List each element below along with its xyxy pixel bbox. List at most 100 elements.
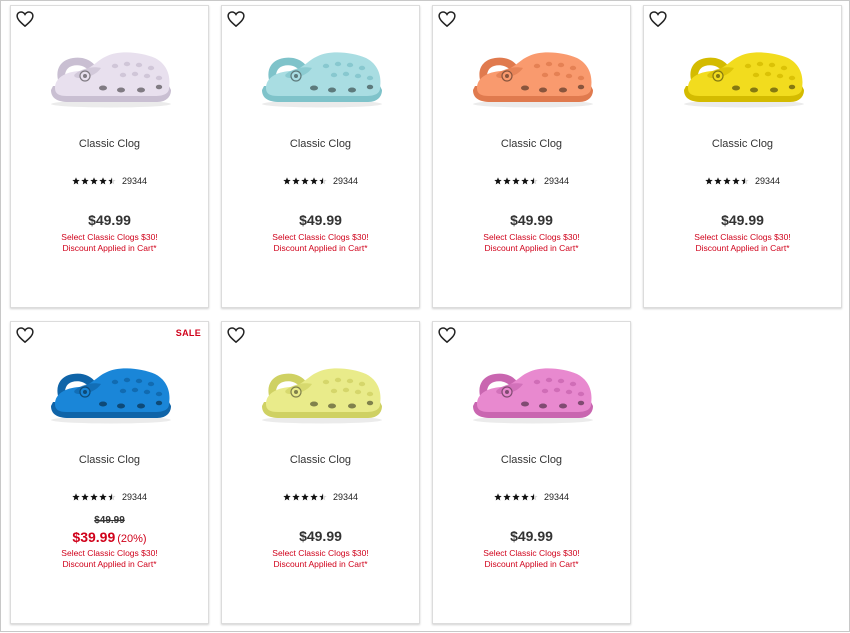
star-icon bbox=[512, 177, 520, 185]
star-icon bbox=[530, 493, 538, 501]
product-name[interactable]: Classic Clog bbox=[11, 138, 208, 150]
product-card[interactable]: Classic Clog 29344 $49.99 Select Classic… bbox=[432, 321, 631, 624]
review-count: 29344 bbox=[543, 492, 570, 502]
price: $49.99 bbox=[299, 212, 342, 228]
heart-icon[interactable] bbox=[438, 11, 456, 28]
star-icon bbox=[319, 493, 327, 501]
product-grid: Classic Clog 29344 $49.99 Select Classic… bbox=[1, 1, 850, 633]
rating: 29344 bbox=[222, 176, 419, 186]
star-icon bbox=[81, 493, 89, 501]
sale-price-row: $39.99 (20%) bbox=[11, 529, 208, 545]
star-icon bbox=[99, 493, 107, 501]
star-rating bbox=[494, 177, 538, 185]
rating: 29344 bbox=[433, 492, 630, 502]
review-count: 29344 bbox=[121, 492, 148, 502]
promo-line-2: Discount Applied in Cart* bbox=[695, 242, 790, 253]
product-card[interactable]: Classic Clog 29344 $49.99 Select Classic… bbox=[643, 5, 842, 308]
price: $49.99 bbox=[510, 212, 553, 228]
rating: 29344 bbox=[11, 176, 208, 186]
promo-line-2: Discount Applied in Cart* bbox=[273, 242, 368, 253]
star-icon bbox=[494, 177, 502, 185]
star-icon bbox=[714, 177, 722, 185]
star-icon bbox=[99, 177, 107, 185]
star-icon bbox=[108, 493, 116, 501]
star-icon bbox=[512, 493, 520, 501]
shoe-image[interactable] bbox=[256, 44, 386, 110]
promo-line-1: Select Classic Clogs $30! bbox=[483, 232, 580, 242]
review-count: 29344 bbox=[543, 176, 570, 186]
star-icon bbox=[72, 177, 80, 185]
product-card[interactable]: Classic Clog 29344 $49.99 Select Classic… bbox=[221, 5, 420, 308]
rating: 29344 bbox=[11, 492, 208, 502]
star-icon bbox=[503, 493, 511, 501]
star-icon bbox=[530, 177, 538, 185]
promo-line-1: Select Classic Clogs $30! bbox=[272, 548, 369, 558]
star-icon bbox=[292, 493, 300, 501]
star-rating bbox=[494, 493, 538, 501]
rating: 29344 bbox=[433, 176, 630, 186]
product-name[interactable]: Classic Clog bbox=[433, 454, 630, 466]
star-icon bbox=[310, 493, 318, 501]
star-icon bbox=[72, 493, 80, 501]
review-count: 29344 bbox=[332, 492, 359, 502]
star-icon bbox=[723, 177, 731, 185]
star-rating bbox=[283, 493, 327, 501]
heart-icon[interactable] bbox=[16, 327, 34, 344]
product-name[interactable]: Classic Clog bbox=[433, 138, 630, 150]
promo-text: Select Classic Clogs $30! Discount Appli… bbox=[11, 232, 208, 253]
product-name[interactable]: Classic Clog bbox=[222, 454, 419, 466]
promo-line-2: Discount Applied in Cart* bbox=[273, 558, 368, 569]
promo-text: Select Classic Clogs $30! Discount Appli… bbox=[433, 548, 630, 569]
sale-price: $39.99 bbox=[72, 529, 116, 545]
star-icon bbox=[521, 177, 529, 185]
shoe-image[interactable] bbox=[467, 44, 597, 110]
product-card[interactable]: Classic Clog 29344 $49.99 Select Classic… bbox=[10, 5, 209, 308]
promo-line-2: Discount Applied in Cart* bbox=[484, 242, 579, 253]
shoe-image[interactable] bbox=[678, 44, 808, 110]
discount-percent: (20%) bbox=[117, 533, 147, 545]
product-card[interactable]: SALE Classic Clog 29344 $49.99 $39.99 (20… bbox=[10, 321, 209, 624]
shoe-image[interactable] bbox=[45, 44, 175, 110]
product-card[interactable]: Classic Clog 29344 $49.99 Select Classic… bbox=[432, 5, 631, 308]
promo-line-1: Select Classic Clogs $30! bbox=[694, 232, 791, 242]
product-name[interactable]: Classic Clog bbox=[11, 454, 208, 466]
shoe-image[interactable] bbox=[45, 360, 175, 426]
heart-icon[interactable] bbox=[438, 327, 456, 344]
review-count: 29344 bbox=[332, 176, 359, 186]
promo-text: Select Classic Clogs $30! Discount Appli… bbox=[222, 548, 419, 569]
shoe-image[interactable] bbox=[467, 360, 597, 426]
product-name[interactable]: Classic Clog bbox=[644, 138, 841, 150]
heart-icon[interactable] bbox=[227, 327, 245, 344]
star-rating bbox=[72, 493, 116, 501]
promo-text: Select Classic Clogs $30! Discount Appli… bbox=[433, 232, 630, 253]
star-icon bbox=[310, 177, 318, 185]
promo-line-2: Discount Applied in Cart* bbox=[484, 558, 579, 569]
product-name[interactable]: Classic Clog bbox=[222, 138, 419, 150]
promo-line-1: Select Classic Clogs $30! bbox=[272, 232, 369, 242]
price: $49.99 bbox=[721, 212, 764, 228]
promo-line-1: Select Classic Clogs $30! bbox=[61, 548, 158, 558]
heart-icon[interactable] bbox=[649, 11, 667, 28]
review-count: 29344 bbox=[121, 176, 148, 186]
product-card[interactable]: Classic Clog 29344 $49.99 Select Classic… bbox=[221, 321, 420, 624]
star-icon bbox=[503, 177, 511, 185]
star-icon bbox=[292, 177, 300, 185]
star-rating bbox=[283, 177, 327, 185]
star-icon bbox=[705, 177, 713, 185]
promo-line-2: Discount Applied in Cart* bbox=[62, 242, 157, 253]
promo-line-1: Select Classic Clogs $30! bbox=[483, 548, 580, 558]
price: $49.99 bbox=[510, 528, 553, 544]
promo-line-1: Select Classic Clogs $30! bbox=[61, 232, 158, 242]
star-rating bbox=[705, 177, 749, 185]
rating: 29344 bbox=[644, 176, 841, 186]
heart-icon[interactable] bbox=[16, 11, 34, 28]
star-icon bbox=[301, 177, 309, 185]
star-icon bbox=[732, 177, 740, 185]
star-rating bbox=[72, 177, 116, 185]
heart-icon[interactable] bbox=[227, 11, 245, 28]
promo-text: Select Classic Clogs $30! Discount Appli… bbox=[11, 548, 208, 569]
star-icon bbox=[81, 177, 89, 185]
original-price: $49.99 bbox=[94, 515, 125, 526]
shoe-image[interactable] bbox=[256, 360, 386, 426]
star-icon bbox=[319, 177, 327, 185]
